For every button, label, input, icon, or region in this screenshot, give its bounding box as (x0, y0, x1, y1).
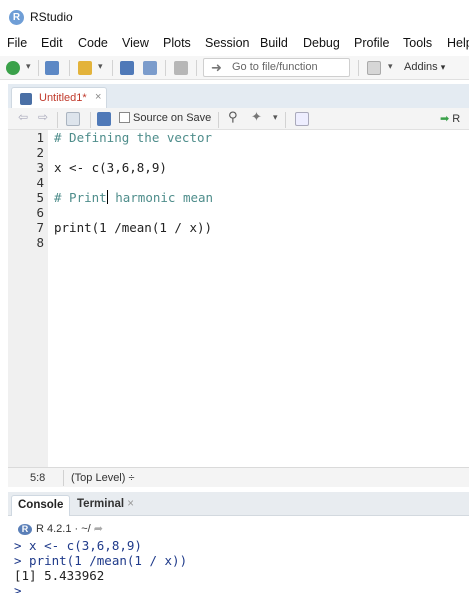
toolbar-divider (218, 112, 219, 128)
save-icon[interactable] (97, 112, 111, 126)
title-bar: R RStudio (0, 0, 469, 34)
line-number: 3 (36, 160, 44, 175)
forward-arrow-icon[interactable]: ⇨ (38, 110, 48, 128)
pane-layout-icon[interactable] (367, 61, 381, 75)
save-all-icon[interactable] (143, 61, 157, 75)
status-divider (63, 470, 64, 486)
save-icon[interactable] (120, 61, 134, 75)
open-file-icon[interactable] (78, 61, 92, 75)
r-script-icon (20, 93, 32, 105)
cursor-position: 5:8 (30, 472, 46, 484)
open-file-dropdown-icon[interactable]: ▾ (98, 61, 103, 79)
r-version-line: R R 4.2.1 · ~/ ➦ (18, 522, 103, 535)
back-arrow-icon[interactable]: ⇦ (18, 110, 28, 128)
line-number: 2 (36, 145, 44, 160)
console-line: > print(1 /mean(1 / x)) (14, 553, 188, 568)
menu-debug[interactable]: Debug (303, 36, 340, 50)
goto-file-function-input[interactable]: ➜ Go to file/function (203, 58, 350, 77)
console-line: > x <- c(3,6,8,9) (14, 538, 142, 553)
tab-untitled1[interactable]: Untitled1* × (11, 87, 107, 109)
run-arrow-icon: ➡ (440, 113, 450, 125)
rstudio-logo-icon: R (9, 10, 24, 25)
toolbar-divider (358, 60, 359, 76)
menu-code[interactable]: Code (78, 36, 108, 50)
code-text: harmonic mean (107, 190, 214, 205)
menu-help[interactable]: Help (447, 36, 469, 50)
go-to-directory-icon[interactable]: ➦ (94, 523, 103, 535)
menu-bar: File Edit Code View Plots Session Build … (0, 34, 469, 54)
toolbar-divider (90, 112, 91, 128)
menu-plots[interactable]: Plots (163, 36, 191, 50)
menu-edit[interactable]: Edit (41, 36, 63, 50)
line-number: 7 (36, 220, 44, 235)
tab-console[interactable]: Console (11, 495, 71, 516)
source-pane: Untitled1* × ⇦ ⇨ Source on Save ⚲ ✦ ▾ ➡ … (8, 84, 469, 487)
menu-build[interactable]: Build (260, 36, 288, 50)
scope-selector[interactable]: (Top Level) ÷ (71, 472, 135, 484)
source-on-save-label: Source on Save (133, 112, 212, 124)
code-line: print(1 /mean(1 / x)) (54, 220, 213, 235)
new-file-dropdown-icon[interactable]: ▾ (26, 61, 31, 79)
line-number: 1 (36, 130, 44, 145)
tab-terminal[interactable]: Terminal × (71, 495, 140, 516)
code-line: x <- c(3,6,8,9) (54, 160, 167, 175)
magic-wand-icon[interactable]: ✦ (251, 109, 262, 127)
goto-placeholder: Go to file/function (232, 61, 318, 73)
terminal-close-icon[interactable]: × (127, 498, 134, 510)
new-project-icon[interactable] (45, 61, 59, 75)
line-number: 8 (36, 235, 44, 250)
console-tabstrip: Console Terminal × (8, 492, 469, 516)
code-tools-dropdown-icon[interactable]: ▾ (273, 112, 278, 130)
menu-view[interactable]: View (122, 36, 149, 50)
new-file-icon[interactable] (6, 61, 20, 75)
pane-layout-dropdown-icon[interactable]: ▾ (388, 61, 393, 79)
tab-close-icon[interactable]: × (95, 91, 101, 103)
code-line: # Defining the vector (54, 130, 213, 145)
toolbar-divider (69, 60, 70, 76)
window-title: RStudio (30, 10, 73, 24)
line-number: 4 (36, 175, 44, 190)
line-number: 5 (36, 190, 44, 205)
menu-tools[interactable]: Tools (403, 36, 432, 50)
r-version: R 4.2.1 · ~/ (36, 523, 91, 535)
compile-report-icon[interactable] (295, 112, 309, 126)
code-line: # Print harmonic mean (54, 190, 213, 205)
console-output-line: [1] 5.433962 (14, 568, 105, 583)
toolbar-divider (196, 60, 197, 76)
toolbar-divider (165, 60, 166, 76)
addins-label: Addins (404, 61, 438, 73)
menu-profile[interactable]: Profile (354, 36, 389, 50)
r-logo-icon: R (18, 524, 32, 535)
tab-filename: Untitled1* (39, 92, 87, 104)
show-in-new-window-icon[interactable] (66, 112, 80, 126)
tab-terminal-label: Terminal (77, 498, 125, 510)
code-editor[interactable]: 1 2 3 4 5 6 7 8 # Defining the vector x … (8, 130, 469, 467)
main-toolbar: ▾ ▾ ➜ Go to file/function ▾ Addins ▾ (0, 56, 469, 80)
toolbar-divider (285, 112, 286, 128)
addins-dropdown-icon: ▾ (440, 62, 446, 72)
source-on-save-checkbox[interactable] (119, 112, 130, 123)
line-number: 6 (36, 205, 44, 220)
menu-file[interactable]: File (7, 36, 27, 50)
toolbar-divider (112, 60, 113, 76)
toolbar-divider (57, 112, 58, 128)
toolbar-divider (38, 60, 39, 76)
source-on-save[interactable]: Source on Save (119, 112, 211, 124)
addins-menu[interactable]: Addins ▾ (404, 61, 445, 73)
editor-status-bar: 5:8 (Top Level) ÷ (8, 467, 469, 487)
code-text: # Print (54, 190, 107, 205)
console-prompt[interactable]: > (14, 583, 29, 593)
source-tabstrip: Untitled1* × (8, 84, 469, 109)
run-label: R (452, 113, 461, 125)
line-number-gutter: 1 2 3 4 5 6 7 8 (8, 130, 48, 467)
print-icon[interactable] (174, 61, 188, 75)
menu-session[interactable]: Session (205, 36, 249, 50)
editor-toolbar: ⇦ ⇨ Source on Save ⚲ ✦ ▾ ➡ R (8, 108, 469, 130)
console-pane: Console Terminal × R R 4.2.1 · ~/ ➦ > x <… (8, 492, 469, 593)
goto-arrow-icon: ➜ (211, 60, 222, 75)
search-icon[interactable]: ⚲ (228, 109, 238, 127)
run-button[interactable]: ➡ R (440, 112, 460, 125)
